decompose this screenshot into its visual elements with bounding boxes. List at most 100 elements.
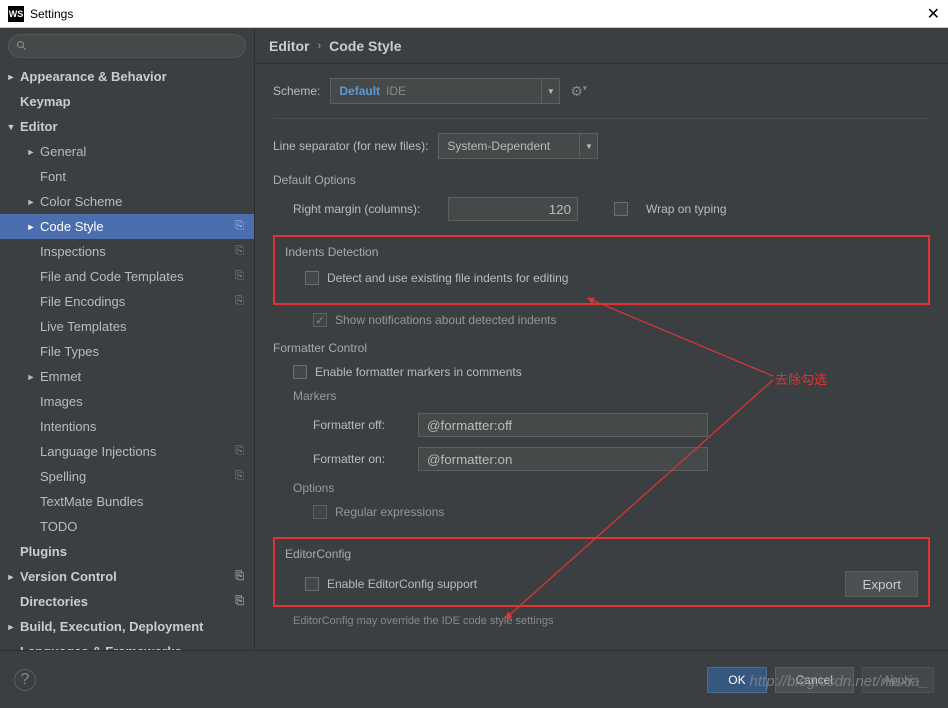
tree-arrow-icon: ► <box>6 72 16 82</box>
sidebar-item[interactable]: ► Appearance & Behavior <box>0 64 254 89</box>
sidebar-item-label: Color Scheme <box>40 194 122 209</box>
right-margin-label: Right margin (columns): <box>293 202 438 216</box>
cancel-button[interactable]: Cancel <box>775 667 854 693</box>
tree-arrow-icon: ► <box>26 147 36 157</box>
ok-button[interactable]: OK <box>707 667 766 693</box>
sidebar-item-label: Inspections <box>40 244 106 259</box>
scope-badge-icon: ⎘ <box>235 295 244 308</box>
show-notifications-checkbox[interactable] <box>313 313 327 327</box>
formatter-off-label: Formatter off: <box>313 418 418 432</box>
enable-formatter-checkbox[interactable] <box>293 365 307 379</box>
sidebar-item-label: Editor <box>20 119 58 134</box>
tree-arrow-icon: ► <box>6 622 16 632</box>
sidebar-item[interactable]: Live Templates <box>0 314 254 339</box>
wrap-label: Wrap on typing <box>646 202 727 216</box>
wrap-checkbox[interactable] <box>614 202 628 216</box>
sidebar-item-label: General <box>40 144 86 159</box>
editorconfig-checkbox[interactable] <box>305 577 319 591</box>
chevron-down-icon[interactable]: ▼ <box>579 134 597 158</box>
sidebar-item-label: Code Style <box>40 219 104 234</box>
sidebar-item[interactable]: File and Code Templates⎘ <box>0 264 254 289</box>
help-button[interactable]: ? <box>14 669 36 691</box>
formatter-on-input[interactable] <box>418 447 708 471</box>
sidebar-item-label: Plugins <box>20 544 67 559</box>
titlebar: WS Settings ✕ <box>0 0 948 28</box>
sidebar-item[interactable]: Language Injections⎘ <box>0 439 254 464</box>
sidebar-item-label: Emmet <box>40 369 81 384</box>
sidebar-item[interactable]: Plugins <box>0 539 254 564</box>
content-panel: Editor › Code Style Scheme: Default IDE … <box>255 28 948 650</box>
tree-arrow-icon: ► <box>26 222 36 232</box>
sidebar-item[interactable]: File Encodings ⎘ <box>0 289 254 314</box>
annotation-box-indents: Indents Detection Detect and use existin… <box>273 235 930 305</box>
markers-title: Markers <box>273 389 930 403</box>
sidebar-item[interactable]: ►Code Style⎘ <box>0 214 254 239</box>
footer: ? OK Cancel Apply <box>0 650 948 708</box>
editorconfig-title: EditorConfig <box>285 547 918 561</box>
detect-indents-checkbox[interactable] <box>305 271 319 285</box>
show-notifications-label: Show notifications about detected indent… <box>335 313 556 327</box>
sidebar-item[interactable]: ► General <box>0 139 254 164</box>
settings-panel: Scheme: Default IDE ▼ ⚙▾ Line separator … <box>255 64 948 650</box>
sidebar-item-label: Live Templates <box>40 319 126 334</box>
sidebar-item[interactable]: ►Version Control⎘ <box>0 564 254 589</box>
main-area: ►Appearance & BehaviorKeymap▼Editor►Gene… <box>0 28 948 650</box>
enable-formatter-label: Enable formatter markers in comments <box>315 365 522 379</box>
sidebar-item-label: Language Injections <box>40 444 156 459</box>
right-margin-input[interactable] <box>448 197 578 221</box>
default-options-title: Default Options <box>273 173 930 187</box>
sidebar-item[interactable]: TextMate Bundles <box>0 489 254 514</box>
sidebar-item-label: Languages & Frameworks <box>20 644 182 650</box>
app-logo: WS <box>8 6 24 22</box>
settings-tree[interactable]: ► Appearance & Behavior Keymap▼Editor ► Gene… <box>0 64 254 650</box>
chevron-down-icon[interactable]: ▼ <box>541 79 559 103</box>
tree-arrow-icon: ► <box>26 372 36 382</box>
sidebar-item[interactable]: Directories⎘ <box>0 589 254 614</box>
sidebar-item[interactable]: TODO <box>0 514 254 539</box>
search-icon <box>16 39 28 51</box>
sidebar-item-label: File Types <box>40 344 99 359</box>
sidebar-item[interactable]: Font <box>0 164 254 189</box>
close-icon[interactable]: ✕ <box>927 4 940 24</box>
sidebar-item-label: Appearance & Behavior <box>20 69 167 84</box>
sidebar-item-label: Font <box>40 169 66 184</box>
sidebar-item[interactable]: Intentions <box>0 414 254 439</box>
tree-arrow-icon: ► <box>6 572 16 582</box>
regex-checkbox[interactable] <box>313 505 327 519</box>
indents-title: Indents Detection <box>285 245 918 259</box>
apply-button[interactable]: Apply <box>862 667 934 693</box>
line-separator-dropdown[interactable]: System-Dependent ▼ <box>438 133 598 159</box>
sidebar-item[interactable]: Inspections⎘ <box>0 239 254 264</box>
annotation-box-editorconfig: EditorConfig Enable EditorConfig support… <box>273 537 930 607</box>
sidebar-item-label: Directories <box>20 594 88 609</box>
sidebar-item-label: Version Control <box>20 569 117 584</box>
sidebar-item[interactable]: ► Emmet <box>0 364 254 389</box>
sidebar-item[interactable]: ▼Editor <box>0 114 254 139</box>
editorconfig-hint: EditorConfig may override the IDE code s… <box>273 615 930 627</box>
sidebar-item-label: Build, Execution, Deployment <box>20 619 203 634</box>
sidebar-item-label: TextMate Bundles <box>40 494 143 509</box>
sidebar-item[interactable]: ►Color Scheme <box>0 189 254 214</box>
line-separator-label: Line separator (for new files): <box>273 139 428 153</box>
sidebar-item[interactable]: File Types <box>0 339 254 364</box>
scheme-dropdown[interactable]: Default IDE ▼ <box>330 78 560 104</box>
scheme-label: Scheme: <box>273 84 320 98</box>
sidebar-item[interactable]: Keymap <box>0 89 254 114</box>
scope-badge-icon: ⎘ <box>235 470 244 483</box>
formatter-off-input[interactable] <box>418 413 708 437</box>
sidebar-item-label: Images <box>40 394 83 409</box>
window-title: Settings <box>30 7 73 21</box>
sidebar-item-label: TODO <box>40 519 77 534</box>
gear-icon[interactable]: ⚙▾ <box>570 83 587 100</box>
sidebar-item-label: Spelling <box>40 469 86 484</box>
breadcrumb-part[interactable]: Editor <box>269 38 309 54</box>
sidebar-item[interactable]: Images <box>0 389 254 414</box>
regex-label: Regular expressions <box>335 505 444 519</box>
export-button[interactable]: Export <box>845 571 918 597</box>
sidebar-item[interactable]: Spelling ⎘ <box>0 464 254 489</box>
search-input[interactable] <box>8 34 246 58</box>
editorconfig-label: Enable EditorConfig support <box>327 577 477 591</box>
sidebar-item[interactable]: ► Build, Execution, Deployment <box>0 614 254 639</box>
sidebar-item-label: File Encodings <box>40 294 125 309</box>
sidebar-item[interactable]: ►Languages & Frameworks <box>0 639 254 650</box>
